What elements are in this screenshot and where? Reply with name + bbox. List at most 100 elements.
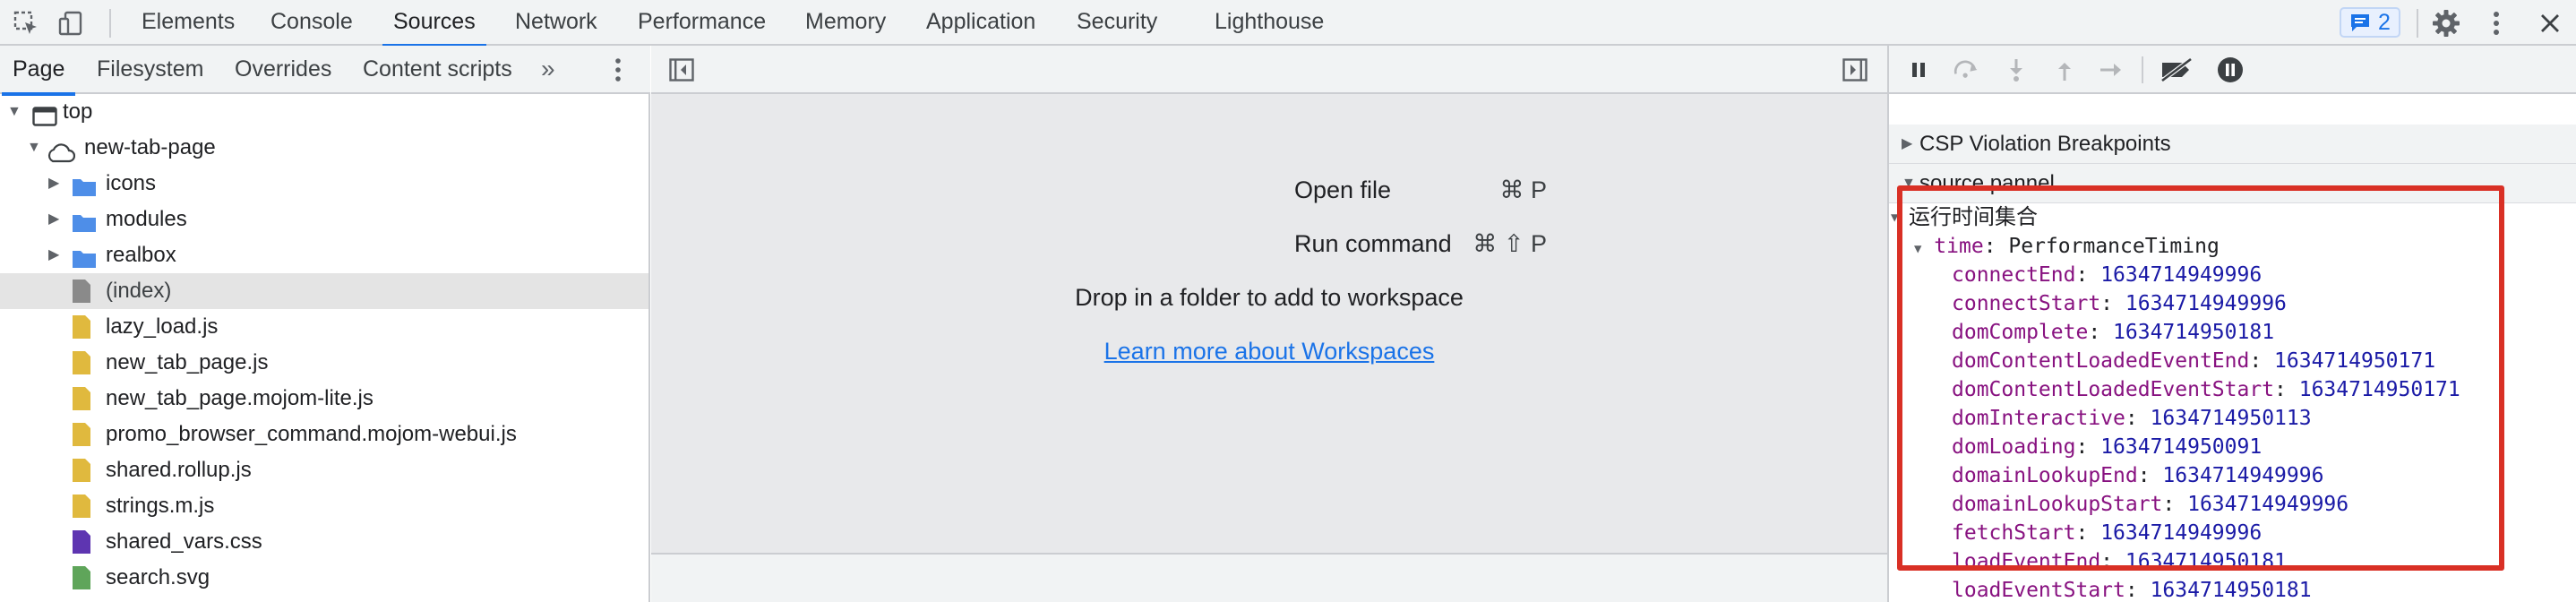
collapsed-triangle-icon[interactable]: ▶ xyxy=(48,237,59,273)
close-devtools-icon[interactable] xyxy=(2535,8,2565,39)
navigator-menu-icon[interactable] xyxy=(614,46,622,94)
tab-page[interactable]: Page xyxy=(1,46,76,96)
tree-item-folder-icons[interactable]: ▶ icons xyxy=(0,166,648,202)
tab-security[interactable]: Security xyxy=(1077,0,1157,46)
tree-item-label: (index) xyxy=(106,279,172,303)
tree-item-file[interactable]: lazy_load.js xyxy=(0,309,648,345)
tree-item-top[interactable]: ▼ top xyxy=(0,94,648,130)
property-value: 1634714950181 xyxy=(2150,579,2312,602)
tree-item-file[interactable]: search.svg xyxy=(0,560,648,596)
step-over-icon[interactable] xyxy=(1953,56,1979,83)
property-row[interactable]: domComplete: 1634714950181 xyxy=(1952,318,2274,347)
section-csp-violation-breakpoints[interactable]: ▶ CSP Violation Breakpoints xyxy=(1889,125,2576,164)
property-row[interactable]: connectStart: 1634714949996 xyxy=(1952,289,2287,318)
property-value: 1634714949996 xyxy=(2125,292,2287,315)
section-source-pannel[interactable]: ▼ source pannel xyxy=(1889,164,2576,203)
property-row[interactable]: connectEnd: 1634714949996 xyxy=(1952,261,2262,289)
property-row[interactable]: domainLookupEnd: 1634714949996 xyxy=(1952,461,2323,490)
property-row[interactable]: loadEventEnd: 1634714950181 xyxy=(1952,547,2287,576)
deactivate-breakpoints-icon[interactable] xyxy=(2158,56,2195,83)
property-value: 1634714950091 xyxy=(2100,435,2263,459)
tree-item-label: promo_browser_command.mojom-webui.js xyxy=(106,422,517,446)
object-row-time[interactable]: ▼ time: PerformanceTiming xyxy=(1914,232,2220,261)
tree-item-label: realbox xyxy=(106,243,176,267)
property-value: 1634714949996 xyxy=(2187,493,2349,516)
tab-performance[interactable]: Performance xyxy=(638,0,766,46)
expand-triangle-icon[interactable]: ▼ xyxy=(1914,242,1921,256)
tab-overrides[interactable]: Overrides xyxy=(235,46,331,94)
navigator-tabs: Page Filesystem Overrides Content script… xyxy=(0,46,650,96)
device-toolbar-icon[interactable] xyxy=(56,8,86,39)
collapsed-triangle-icon[interactable]: ▶ xyxy=(48,166,59,202)
tree-item-label: lazy_load.js xyxy=(106,314,219,339)
toggle-debugger-icon[interactable] xyxy=(1842,58,1868,88)
tab-network[interactable]: Network xyxy=(515,0,597,46)
property-row[interactable]: domContentLoadedEventEnd: 1634714950171 xyxy=(1952,347,2435,375)
tree-item-label: shared_vars.css xyxy=(106,529,262,554)
tab-content-scripts[interactable]: Content scripts xyxy=(363,46,512,94)
section-label: CSP Violation Breakpoints xyxy=(1919,132,2171,156)
more-tabs-chevron-icon[interactable]: » xyxy=(541,46,555,94)
tab-console[interactable]: Console xyxy=(270,0,353,46)
tab-sources[interactable]: Sources xyxy=(382,0,486,47)
run-command-label[interactable]: Run command xyxy=(1294,230,1452,258)
learn-workspaces-link[interactable]: Learn more about Workspaces xyxy=(1104,338,1435,365)
inspect-element-icon[interactable] xyxy=(11,8,41,39)
tab-filesystem[interactable]: Filesystem xyxy=(97,46,203,94)
run-command-shortcut: ⌘ ⇧ P xyxy=(1473,230,1547,257)
collapsed-triangle-icon[interactable]: ▶ xyxy=(1902,125,1912,164)
tree-item-label: shared.rollup.js xyxy=(106,458,252,482)
property-name: connectStart xyxy=(1952,292,2101,315)
property-value: 1634714950171 xyxy=(2298,378,2460,401)
tree-item-file[interactable]: shared_vars.css xyxy=(0,524,648,560)
property-row[interactable]: fetchStart: 1634714949996 xyxy=(1952,519,2262,547)
tree-item-folder-modules[interactable]: ▶ modules xyxy=(0,202,648,237)
tab-application[interactable]: Application xyxy=(926,0,1035,46)
settings-gear-icon[interactable] xyxy=(2431,8,2461,39)
property-name: loadEventStart xyxy=(1952,579,2125,602)
tree-item-label: modules xyxy=(106,207,187,231)
property-value: 1634714950181 xyxy=(2113,321,2275,344)
tab-elements[interactable]: Elements xyxy=(142,0,235,46)
step-out-icon[interactable] xyxy=(2051,56,2078,83)
expand-triangle-icon[interactable]: ▼ xyxy=(1891,203,1898,232)
debugger-panel: ▶ CSP Violation Breakpoints ▼ source pan… xyxy=(1887,46,2576,602)
tree-item-file[interactable]: shared.rollup.js xyxy=(0,452,648,488)
scope-group-label: 运行时间集合 xyxy=(1909,205,2038,229)
tree-item-file[interactable]: new_tab_page.js xyxy=(0,345,648,381)
expand-triangle-icon[interactable]: ▼ xyxy=(1902,164,1916,203)
collapsed-triangle-icon[interactable]: ▶ xyxy=(48,202,59,237)
tree-item-file[interactable]: promo_browser_command.mojom-webui.js xyxy=(0,417,648,452)
pause-icon[interactable] xyxy=(1905,56,1932,83)
property-row[interactable]: loadEventStart: 1634714950181 xyxy=(1952,576,2312,602)
toggle-navigator-icon[interactable] xyxy=(669,58,694,88)
tree-item-new-tab-page[interactable]: ▼ new-tab-page xyxy=(0,130,648,166)
pause-on-exceptions-icon[interactable] xyxy=(2217,56,2244,83)
property-name: domContentLoadedEventStart xyxy=(1952,378,2275,401)
step-icon[interactable] xyxy=(2099,56,2125,83)
property-row[interactable]: domContentLoadedEventStart: 163471495017… xyxy=(1952,375,2460,404)
tree-item-file[interactable]: strings.m.js xyxy=(0,488,648,524)
svg-file-icon xyxy=(72,565,91,602)
property-type: PerformanceTiming xyxy=(2008,235,2220,258)
property-value: 1634714950171 xyxy=(2274,349,2436,373)
more-options-icon[interactable] xyxy=(2481,8,2512,39)
tree-item-index[interactable]: (index) xyxy=(0,273,648,309)
step-into-icon[interactable] xyxy=(2003,56,2030,83)
issues-badge[interactable]: 2 xyxy=(2340,7,2400,38)
open-file-label[interactable]: Open file xyxy=(1294,176,1391,204)
tree-item-file[interactable]: new_tab_page.mojom-lite.js xyxy=(0,381,648,417)
property-row[interactable]: domainLookupStart: 1634714949996 xyxy=(1952,490,2348,519)
expand-triangle-icon[interactable]: ▼ xyxy=(27,130,41,166)
tree-item-label: new_tab_page.js xyxy=(106,350,269,374)
expand-triangle-icon[interactable]: ▼ xyxy=(7,94,21,130)
property-row[interactable]: domLoading: 1634714950091 xyxy=(1952,433,2262,461)
tab-lighthouse[interactable]: Lighthouse xyxy=(1215,0,1324,46)
tab-memory[interactable]: Memory xyxy=(805,0,886,46)
message-icon xyxy=(2351,14,2370,31)
property-value: 1634714950113 xyxy=(2150,407,2312,430)
tree-item-folder-realbox[interactable]: ▶ realbox xyxy=(0,237,648,273)
property-name: domainLookupStart xyxy=(1952,493,2163,516)
tree-item-label: new_tab_page.mojom-lite.js xyxy=(106,386,374,410)
property-row[interactable]: domInteractive: 1634714950113 xyxy=(1952,404,2312,433)
